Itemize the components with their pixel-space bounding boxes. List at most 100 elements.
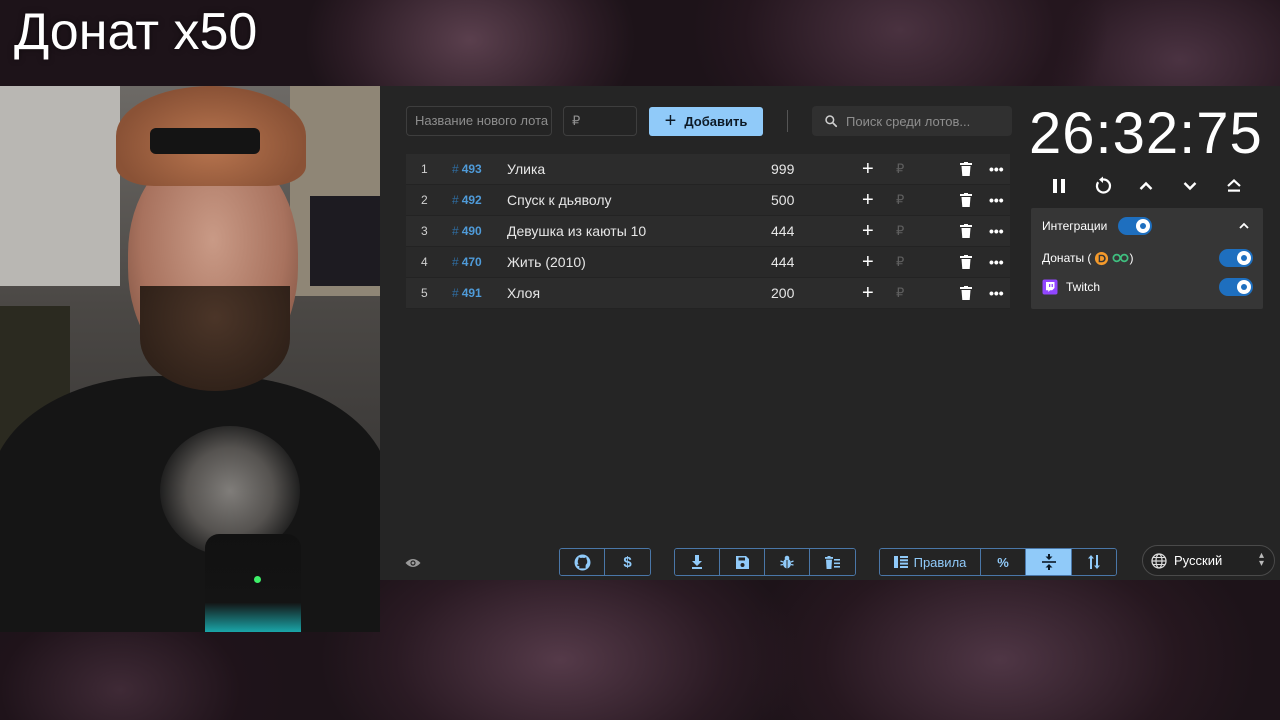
more-options-icon[interactable]: ••• — [989, 154, 1004, 184]
lot-list: 1 #493 Улика 999 + ₽ ••• 2 #492 Спуск к … — [406, 154, 1010, 309]
trash-icon — [960, 224, 972, 238]
lot-id-value: 470 — [461, 255, 482, 269]
integrations-toggle[interactable] — [1118, 217, 1152, 235]
webcam-mic-led — [254, 576, 261, 583]
lot-name[interactable]: Спуск к дьяволу — [507, 185, 612, 215]
integrations-header[interactable]: Интеграции — [1042, 212, 1253, 240]
pause-button[interactable] — [1045, 172, 1073, 200]
toolbar-divider — [787, 110, 788, 132]
more-options-icon[interactable]: ••• — [989, 278, 1004, 308]
lot-add-amount-input[interactable]: ₽ — [896, 278, 904, 308]
github-button[interactable] — [560, 549, 605, 575]
lot-amount: 444 — [771, 223, 795, 239]
lot-row: 3 #490 Девушка из каюты 10 444 + ₽ ••• — [406, 216, 1010, 247]
toggle-knob — [1237, 251, 1251, 265]
lot-id[interactable]: #491 — [452, 278, 482, 308]
lot-add-amount-input[interactable]: ₽ — [896, 185, 904, 215]
delete-lot-button[interactable] — [960, 255, 972, 272]
delete-lot-button[interactable] — [960, 224, 972, 241]
lot-add-amount-input[interactable]: ₽ — [896, 154, 904, 184]
webcam-wall — [0, 86, 120, 286]
donationalerts-icon — [1095, 251, 1109, 265]
new-lot-name-input[interactable]: Название нового лота — [406, 106, 552, 136]
download-icon — [692, 555, 702, 569]
bug-icon — [780, 555, 794, 569]
webcam-microphone — [205, 534, 301, 632]
add-amount-button[interactable]: + — [862, 154, 874, 184]
more-options-icon[interactable]: ••• — [989, 216, 1004, 246]
add-amount-button[interactable]: + — [862, 278, 874, 308]
compact-view-button[interactable] — [1026, 549, 1072, 575]
eject-button[interactable] — [1220, 172, 1248, 200]
increase-time-button[interactable] — [1132, 172, 1160, 200]
hash-icon: # — [452, 255, 459, 269]
lot-input-toolbar: Название нового лота ₽ + Добавить Поиск … — [380, 86, 1016, 152]
more-options-icon[interactable]: ••• — [989, 247, 1004, 277]
select-arrows-icon: ▴ ▾ — [1258, 550, 1264, 569]
more-options-icon[interactable]: ••• — [989, 185, 1004, 215]
webcam-cap-band — [150, 128, 260, 154]
visibility-toggle[interactable] — [405, 556, 421, 574]
add-amount-button[interactable]: + — [862, 216, 874, 246]
rules-icon — [893, 556, 908, 568]
twitch-toggle[interactable] — [1219, 278, 1253, 296]
lot-id[interactable]: #490 — [452, 216, 482, 246]
webcam-person-beard — [140, 286, 290, 391]
links-button-group: $ — [559, 548, 651, 576]
lot-rank: 4 — [421, 255, 428, 269]
lot-id[interactable]: #492 — [452, 185, 482, 215]
lot-id[interactable]: #470 — [452, 247, 482, 277]
delete-lot-button[interactable] — [960, 162, 972, 179]
chevron-up-icon[interactable] — [1239, 222, 1249, 230]
donate-button[interactable]: $ — [605, 549, 650, 575]
decrease-time-button[interactable] — [1176, 172, 1204, 200]
add-lot-button-label: Добавить — [684, 114, 748, 129]
add-lot-button[interactable]: + Добавить — [649, 107, 763, 136]
lot-add-amount-input[interactable]: ₽ — [896, 216, 904, 246]
clear-lots-button[interactable] — [810, 549, 855, 575]
save-button[interactable] — [720, 549, 765, 575]
add-amount-button[interactable]: + — [862, 185, 874, 215]
toggle-knob — [1237, 280, 1251, 294]
bug-report-button[interactable] — [765, 549, 810, 575]
lot-name[interactable]: Девушка из каюты 10 — [507, 216, 646, 246]
delete-lot-button[interactable] — [960, 193, 972, 210]
lot-row: 4 #470 Жить (2010) 444 + ₽ ••• — [406, 247, 1010, 278]
donations-label-suffix: ) — [1129, 251, 1134, 265]
hash-icon: # — [452, 286, 459, 300]
lot-row: 2 #492 Спуск к дьяволу 500 + ₽ ••• — [406, 185, 1010, 216]
globe-icon — [1151, 552, 1167, 569]
clear-list-icon — [825, 555, 840, 569]
pause-icon — [1053, 179, 1065, 193]
new-lot-price-input[interactable]: ₽ — [563, 106, 637, 136]
lot-name[interactable]: Улика — [507, 154, 545, 184]
language-select[interactable]: Русский ▴ ▾ — [1142, 545, 1275, 576]
restart-button[interactable] — [1089, 172, 1117, 200]
view-button-group: Правила % — [879, 548, 1117, 576]
donations-toggle[interactable] — [1219, 249, 1253, 267]
save-icon — [735, 555, 749, 569]
lot-search-input[interactable]: Поиск среди лотов... — [812, 106, 1012, 136]
lot-rank: 2 — [421, 193, 428, 207]
percent-toggle-button[interactable]: % — [981, 549, 1026, 575]
lot-id[interactable]: #493 — [452, 154, 482, 184]
bottom-toolbar: $ Правила % Русский ▴ ▾ — [380, 545, 1280, 580]
webcam-feed — [0, 86, 380, 632]
download-button[interactable] — [675, 549, 720, 575]
lot-add-amount-input[interactable]: ₽ — [896, 247, 904, 277]
sort-button[interactable] — [1072, 549, 1116, 575]
rules-button[interactable]: Правила — [880, 549, 981, 575]
webcam-shelf-right — [310, 196, 380, 286]
lot-rank: 3 — [421, 224, 428, 238]
lot-id-value: 490 — [461, 224, 482, 238]
lot-amount: 200 — [771, 285, 795, 301]
lot-rank: 5 — [421, 286, 428, 300]
add-amount-button[interactable]: + — [862, 247, 874, 277]
lot-name[interactable]: Жить (2010) — [507, 247, 586, 277]
trash-icon — [960, 255, 972, 269]
lot-row: 1 #493 Улика 999 + ₽ ••• — [406, 154, 1010, 185]
lot-name[interactable]: Хлоя — [507, 278, 540, 308]
file-button-group — [674, 548, 856, 576]
delete-lot-button[interactable] — [960, 286, 972, 303]
hash-icon: # — [452, 162, 459, 176]
